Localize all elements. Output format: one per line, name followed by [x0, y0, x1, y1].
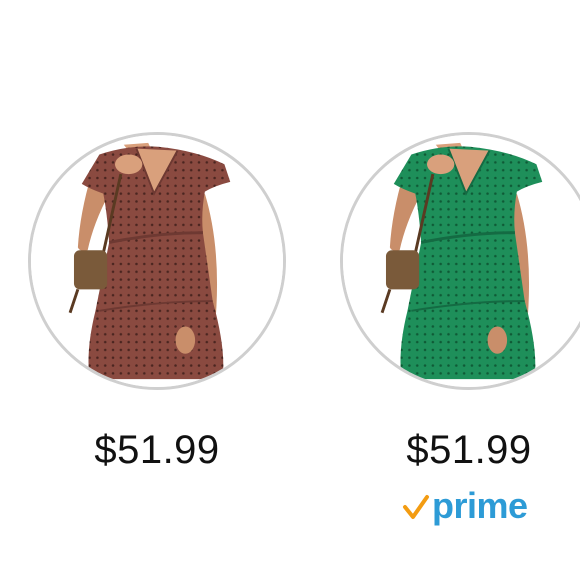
color-option-rust[interactable]: $51.99	[28, 0, 288, 580]
dress-green-icon	[343, 135, 580, 387]
dress-image-rust[interactable]	[28, 132, 286, 390]
dress-rust-icon	[31, 135, 283, 387]
color-swatch-row: $51.99 $51.99 prime	[0, 0, 580, 580]
price-label: $51.99	[94, 428, 220, 472]
prime-badge: prime	[402, 485, 528, 526]
price-label: $51.99	[406, 428, 532, 472]
prime-check-icon	[403, 495, 429, 519]
color-option-green[interactable]: $51.99 prime	[340, 0, 580, 580]
dress-image-green[interactable]	[340, 132, 580, 390]
prime-label: prime	[432, 485, 528, 526]
